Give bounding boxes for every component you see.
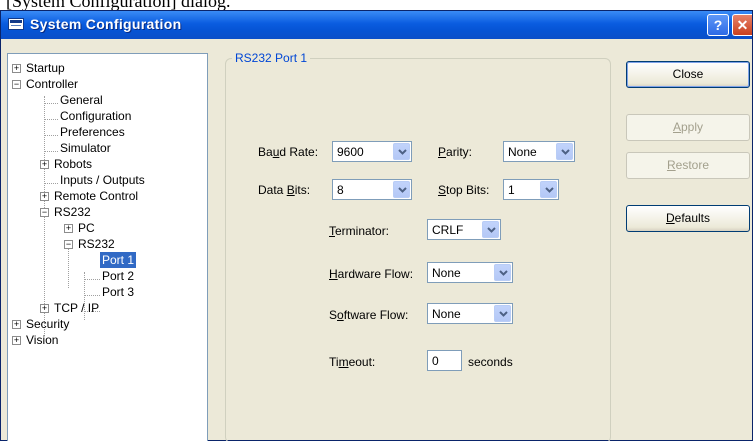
- chevron-down-icon[interactable]: [482, 221, 499, 238]
- tree-item-label: Security: [26, 317, 70, 331]
- tree-item-label: Robots: [54, 157, 93, 171]
- rs232-port-group: RS232 Port 1: [225, 51, 611, 441]
- tree-item-label: Startup: [26, 61, 65, 75]
- tree-connector: [44, 183, 58, 184]
- chevron-down-icon[interactable]: [494, 264, 511, 281]
- tree-item-label: Simulator: [60, 141, 111, 155]
- plus-box-icon[interactable]: +: [12, 336, 21, 345]
- close-window-button[interactable]: ✕: [732, 14, 752, 36]
- tree-item-label: RS232: [54, 205, 91, 219]
- tree-item-label: Controller: [26, 77, 79, 91]
- tree-connector: [44, 151, 58, 152]
- timeout-input[interactable]: 0: [427, 350, 462, 371]
- stop-bits-select[interactable]: 1: [503, 179, 559, 200]
- restore-button[interactable]: Restore: [626, 152, 750, 179]
- settings-tree[interactable]: + Startup − Controller General Configura…: [7, 53, 208, 441]
- window-title: System Configuration: [30, 16, 182, 32]
- baud-rate-label: Baud Rate:: [258, 145, 319, 159]
- system-configuration-dialog: System Configuration ? ✕ + Startup − Con…: [0, 10, 753, 441]
- group-title: RS232 Port 1: [232, 51, 311, 65]
- data-bits-label: Data Bits:: [258, 183, 311, 197]
- tree-item-label: Vision: [26, 333, 59, 347]
- software-flow-label: Software Flow:: [329, 308, 409, 322]
- close-button[interactable]: Close: [626, 61, 750, 88]
- baud-rate-value: 9600: [337, 145, 364, 159]
- plus-box-icon[interactable]: +: [40, 160, 49, 169]
- stop-bits-value: 1: [508, 183, 515, 197]
- tree-connector: [44, 119, 58, 120]
- timeout-unit: seconds: [468, 355, 513, 369]
- tree-connector: [84, 295, 100, 296]
- chevron-down-icon[interactable]: [556, 143, 573, 160]
- chevron-down-icon[interactable]: [393, 181, 410, 198]
- software-flow-select[interactable]: None: [427, 303, 513, 324]
- tree-connector: [44, 103, 58, 104]
- help-button[interactable]: ?: [707, 14, 729, 36]
- stop-bits-label: Stop Bits:: [438, 183, 490, 197]
- minus-box-icon[interactable]: −: [40, 208, 49, 217]
- hardware-flow-value: None: [432, 266, 461, 280]
- apply-button[interactable]: Apply: [626, 114, 750, 141]
- close-icon: ✕: [736, 17, 749, 33]
- plus-box-icon[interactable]: +: [40, 304, 49, 313]
- tree-item-label: PC: [78, 221, 95, 235]
- help-icon: ?: [713, 17, 723, 33]
- tree-item-label: Configuration: [60, 109, 132, 123]
- tree-connector: [84, 279, 100, 280]
- data-bits-value: 8: [337, 183, 344, 197]
- tree-item-label: Preferences: [60, 125, 125, 139]
- minus-box-icon[interactable]: −: [64, 240, 73, 249]
- tree-item-label: Inputs / Outputs: [60, 173, 145, 187]
- tree-item-label: TCP / IP: [54, 301, 100, 315]
- plus-box-icon[interactable]: +: [12, 64, 21, 73]
- defaults-button[interactable]: Defaults: [626, 205, 750, 232]
- parity-select[interactable]: None: [503, 141, 575, 162]
- document-caption-text: [System Configuration] dialog.: [6, 0, 231, 10]
- tree-item-label: General: [60, 93, 103, 107]
- plus-box-icon[interactable]: +: [40, 192, 49, 201]
- plus-box-icon[interactable]: +: [64, 224, 73, 233]
- tree-item-label: Port 2: [102, 269, 135, 283]
- chevron-down-icon[interactable]: [393, 143, 410, 160]
- tree-item-label: Port 3: [102, 285, 135, 299]
- document-caption: [System Configuration] dialog.: [0, 0, 753, 10]
- tree-connector: [44, 135, 58, 136]
- tree-item-label: Port 1: [100, 252, 137, 268]
- hardware-flow-select[interactable]: None: [427, 262, 513, 283]
- parity-value: None: [508, 145, 537, 159]
- timeout-value: 0: [432, 354, 439, 368]
- app-window-icon: [8, 18, 24, 30]
- timeout-label: Timeout:: [329, 355, 376, 369]
- title-bar[interactable]: System Configuration ? ✕: [1, 11, 752, 39]
- tree-item-label: RS232: [78, 237, 115, 251]
- terminator-label: Terminator:: [329, 224, 390, 238]
- parity-label: Parity:: [438, 145, 473, 159]
- hardware-flow-label: Hardware Flow:: [329, 267, 414, 281]
- tree-item-label: Remote Control: [54, 189, 139, 203]
- software-flow-value: None: [432, 307, 461, 321]
- baud-rate-select[interactable]: 9600: [332, 141, 412, 162]
- data-bits-select[interactable]: 8: [332, 179, 412, 200]
- plus-box-icon[interactable]: +: [12, 320, 21, 329]
- chevron-down-icon[interactable]: [494, 305, 511, 322]
- terminator-select[interactable]: CRLF: [427, 219, 501, 240]
- terminator-value: CRLF: [432, 223, 464, 237]
- minus-box-icon[interactable]: −: [12, 80, 21, 89]
- chevron-down-icon[interactable]: [540, 181, 557, 198]
